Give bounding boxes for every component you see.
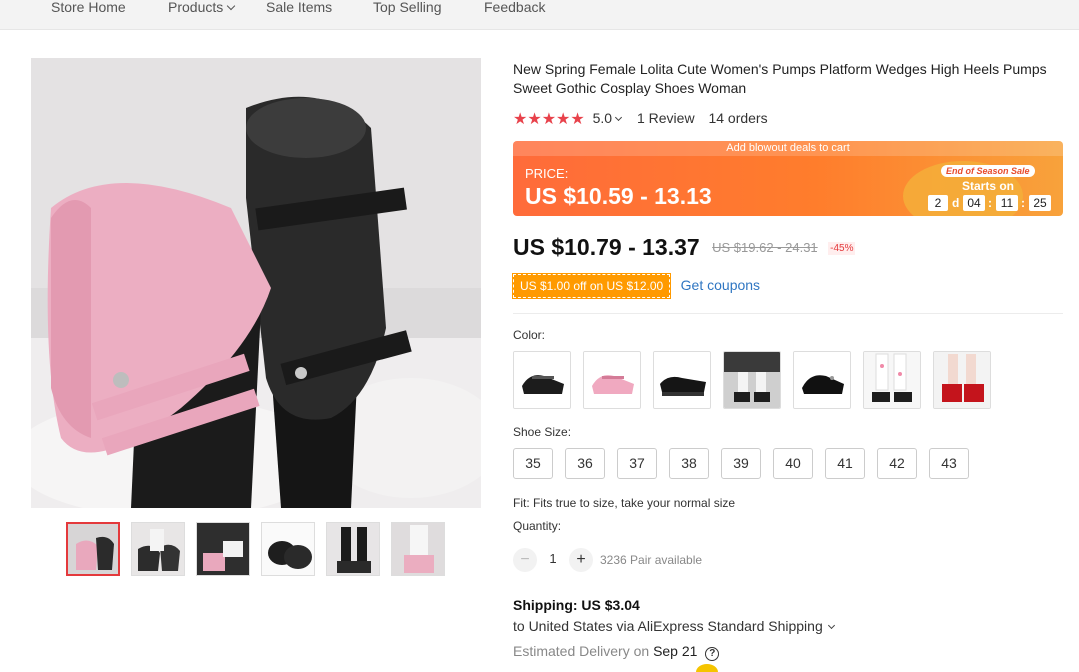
nav-store-home[interactable]: Store Home xyxy=(51,0,126,15)
countdown-minutes: 11 xyxy=(996,195,1018,211)
discount-badge: -45% xyxy=(828,242,856,255)
divider xyxy=(513,313,1063,314)
thumbnail-3[interactable] xyxy=(196,522,250,576)
thumbnail-4[interactable] xyxy=(261,522,315,576)
countdown-days-unit: d xyxy=(952,196,960,210)
size-option[interactable]: 42 xyxy=(877,448,917,479)
size-option[interactable]: 36 xyxy=(565,448,605,479)
shoes-photo-icon xyxy=(31,58,481,508)
nav-products-label: Products xyxy=(168,0,224,15)
thumbnail-2[interactable] xyxy=(131,522,185,576)
quantity-label: Quantity: xyxy=(513,519,562,533)
shoe-thumbnail-icon xyxy=(262,523,314,575)
promo-price: US $10.59 - 13.13 xyxy=(525,183,712,209)
shoe-thumbnail-icon xyxy=(68,524,118,574)
nav-products[interactable]: Products xyxy=(168,0,236,15)
black-shoe-swatch-icon xyxy=(654,352,710,408)
thumbnail-1[interactable] xyxy=(66,522,120,576)
help-icon[interactable]: ? xyxy=(705,647,720,661)
top-navigation: Store Home Products Sale Items Top Selli… xyxy=(0,0,1079,30)
countdown-separator: : xyxy=(988,196,992,210)
size-option[interactable]: 38 xyxy=(669,448,709,479)
increase-quantity-button[interactable]: + xyxy=(569,548,593,572)
original-price: US $19.62 - 24.31 xyxy=(712,240,818,255)
worn-black-shoe-swatch-icon xyxy=(724,352,780,408)
rating-score[interactable]: 5.0 xyxy=(593,110,612,126)
shoe-size-label: Shoe Size: xyxy=(513,425,572,439)
main-product-image[interactable] xyxy=(31,58,481,508)
quantity-value[interactable]: 1 xyxy=(543,551,563,566)
chevron-down-icon xyxy=(827,621,835,630)
nav-sale-items[interactable]: Sale Items xyxy=(266,0,332,15)
starts-on-label: Starts on xyxy=(962,179,1015,193)
nav-top-selling[interactable]: Top Selling xyxy=(373,0,442,15)
estimated-delivery-label: Estimated Delivery on xyxy=(513,643,650,659)
estimated-delivery: Estimated Delivery on Sep 21 ? xyxy=(513,643,720,661)
review-count[interactable]: 1 Review xyxy=(637,110,695,126)
available-stock: 3236 Pair available xyxy=(600,553,703,567)
promo-price-label: PRICE: xyxy=(525,166,569,181)
white-sock-shoe-swatch-icon xyxy=(864,352,920,408)
promo-strip[interactable]: Add blowout deals to cart xyxy=(513,141,1063,156)
shoe-thumbnail-icon xyxy=(327,523,379,575)
black-shoe-swatch-icon xyxy=(794,352,850,408)
floating-badge-icon[interactable] xyxy=(696,664,718,672)
size-option[interactable]: 43 xyxy=(929,448,969,479)
countdown-seconds: 25 xyxy=(1029,195,1051,211)
coupon-row: US $1.00 off on US $12.00 Get coupons xyxy=(513,274,760,298)
order-count: 14 orders xyxy=(708,110,768,126)
shoe-thumbnail-icon xyxy=(197,523,249,575)
chevron-down-icon xyxy=(227,1,236,11)
color-option-6[interactable] xyxy=(863,351,921,409)
promo-banner[interactable]: Add blowout deals to cart PRICE: US $10.… xyxy=(513,141,1063,216)
rating-stars-icon: ★★★★★ xyxy=(513,111,585,128)
color-option-7[interactable] xyxy=(933,351,991,409)
color-option-3[interactable] xyxy=(653,351,711,409)
color-option-5[interactable] xyxy=(793,351,851,409)
sale-badge: End of Season Sale xyxy=(941,165,1035,177)
color-option-4[interactable] xyxy=(723,351,781,409)
size-option[interactable]: 35 xyxy=(513,448,553,479)
price-row: US $10.79 - 13.37 US $19.62 - 24.31 -45% xyxy=(513,234,856,262)
nav-feedback[interactable]: Feedback xyxy=(484,0,545,15)
thumbnail-6[interactable] xyxy=(391,522,445,576)
size-option[interactable]: 39 xyxy=(721,448,761,479)
chevron-down-icon[interactable] xyxy=(615,113,623,122)
countdown-hours: 04 xyxy=(963,195,985,211)
thumbnail-5[interactable] xyxy=(326,522,380,576)
get-coupons-link[interactable]: Get coupons xyxy=(681,277,760,293)
black-shoe-swatch-icon xyxy=(514,352,570,408)
decrease-quantity-button[interactable]: − xyxy=(513,548,537,572)
size-option[interactable]: 40 xyxy=(773,448,813,479)
estimated-delivery-date: Sep 21 xyxy=(653,643,698,659)
color-label: Color: xyxy=(513,328,546,342)
pink-shoe-swatch-icon xyxy=(584,352,640,408)
shoe-thumbnail-icon xyxy=(392,523,444,575)
shipping-method-label: to United States via AliExpress Standard… xyxy=(513,618,823,634)
size-option[interactable]: 37 xyxy=(617,448,657,479)
shoe-thumbnail-icon xyxy=(132,523,184,575)
size-option[interactable]: 41 xyxy=(825,448,865,479)
rating-row: ★★★★★ 5.0 1 Review 14 orders xyxy=(513,109,768,128)
red-shoe-swatch-icon xyxy=(934,352,990,408)
color-option-1[interactable] xyxy=(513,351,571,409)
countdown-days: 2 xyxy=(928,195,948,211)
shipping-method[interactable]: to United States via AliExpress Standard… xyxy=(513,618,835,634)
shipping-price: Shipping: US $3.04 xyxy=(513,597,640,613)
product-title: New Spring Female Lolita Cute Women's Pu… xyxy=(513,61,1047,96)
current-price: US $10.79 - 13.37 xyxy=(513,234,700,260)
fit-note: Fit: Fits true to size, take your normal… xyxy=(513,496,736,510)
countdown-separator: : xyxy=(1021,196,1025,210)
color-option-2[interactable] xyxy=(583,351,641,409)
coupon-badge[interactable]: US $1.00 off on US $12.00 xyxy=(513,274,671,298)
